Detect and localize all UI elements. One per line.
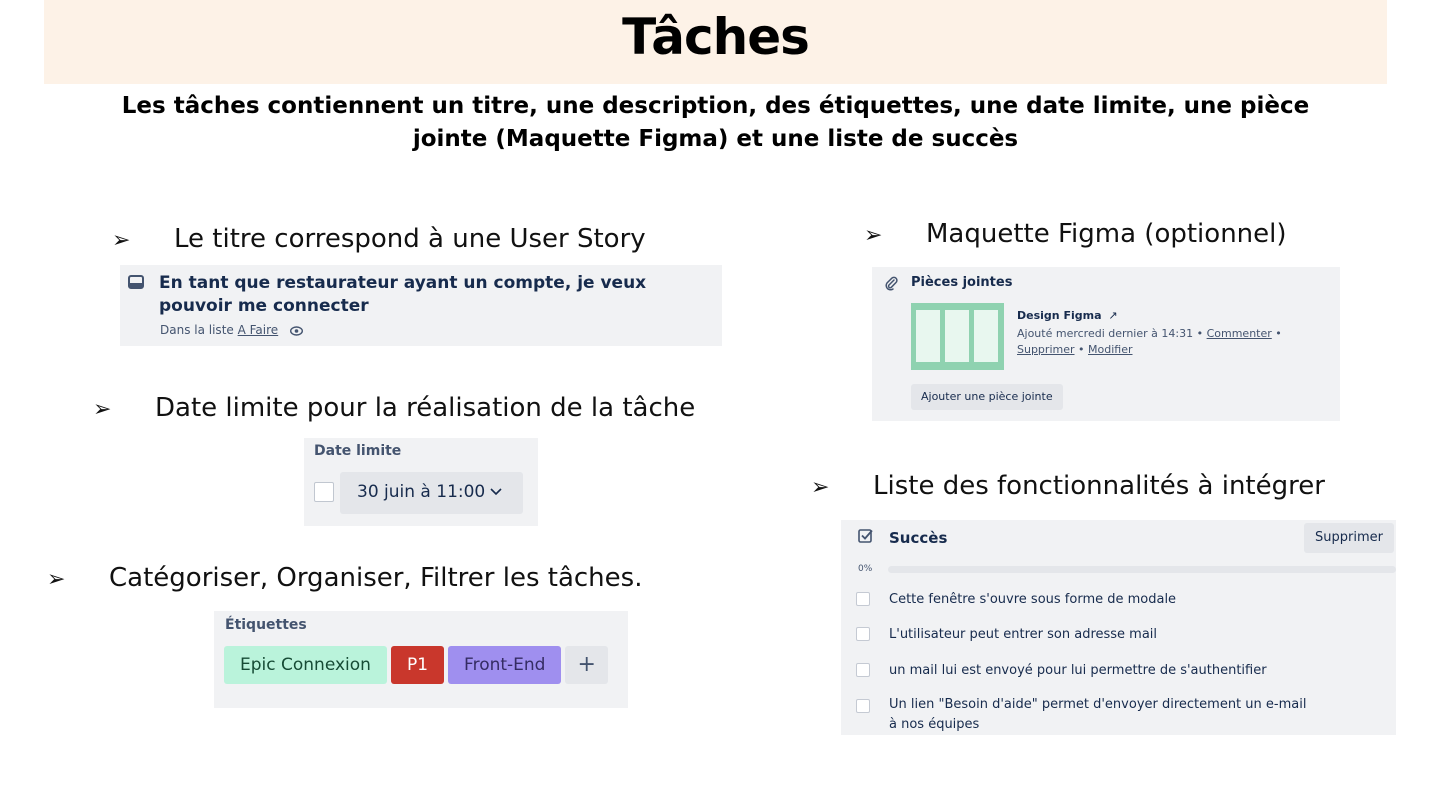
labels-panel: Étiquettes Epic Connexion P1 Front-End +	[214, 611, 628, 708]
arrow-icon: ➢	[112, 228, 131, 253]
due-date-value: 30 juin à 11:00	[357, 482, 486, 502]
due-date-panel: Date limite 30 juin à 11:00	[304, 438, 538, 526]
bullet-date-text: Date limite pour la réalisation de la tâ…	[155, 393, 696, 423]
checklist-item-text: un mail lui est envoyé pour lui permettr…	[889, 663, 1267, 678]
bullet-title-text: Le titre correspond à une User Story	[174, 224, 646, 254]
list-link[interactable]: A Faire	[238, 323, 279, 337]
arrow-icon: ➢	[864, 223, 883, 248]
checklist-icon	[858, 529, 873, 543]
thumbnail-frame	[916, 310, 940, 362]
eye-icon[interactable]	[290, 326, 304, 336]
checklist-progress-bar	[888, 566, 1396, 573]
checklist-item-checkbox[interactable]	[856, 627, 870, 641]
delete-attachment-link[interactable]: Supprimer	[1017, 343, 1075, 356]
checklist-progress-label: 0%	[858, 564, 873, 574]
due-date-label: Date limite	[314, 443, 402, 459]
attachment-meta: Ajouté mercredi dernier à 14:31 • Commen…	[1017, 326, 1335, 358]
chevron-down-icon	[490, 488, 502, 496]
card-title-heading[interactable]: En tant que restaurateur ayant un compte…	[159, 272, 719, 318]
bullet-labels-text: Catégoriser, Organiser, Filtrer les tâch…	[109, 563, 643, 593]
bullet-checklist-text: Liste des fonctionnalités à intégrer	[873, 471, 1325, 501]
checklist-item-checkbox[interactable]	[856, 663, 870, 677]
thumbnail-frame	[945, 310, 969, 362]
label-chip-front-end[interactable]: Front-End	[448, 646, 562, 684]
card-title-panel: En tant que restaurateur ayant un compte…	[120, 265, 722, 346]
checklist-item-text: Un lien "Besoin d'aide" permet d'envoyer…	[889, 697, 1307, 732]
figma-thumbnail[interactable]	[911, 303, 1004, 370]
bullet-date: ➢ Date limite pour la réalisation de la t…	[93, 393, 695, 423]
labels-heading: Étiquettes	[225, 617, 307, 633]
attachment-added: Ajouté mercredi dernier à 14:31	[1017, 327, 1194, 340]
due-date-dropdown[interactable]: 30 juin à 11:00	[340, 472, 523, 514]
checklist-item-checkbox[interactable]	[856, 699, 870, 713]
separator: •	[1196, 327, 1204, 340]
arrow-icon: ➢	[47, 567, 66, 592]
due-date-checkbox[interactable]	[314, 482, 334, 502]
bullet-title: ➢ Le titre correspond à une User Story	[112, 224, 646, 254]
label-chip-epic-connexion[interactable]: Epic Connexion	[224, 646, 387, 684]
comment-link[interactable]: Commenter	[1207, 327, 1272, 340]
arrow-icon: ➢	[93, 397, 112, 422]
arrow-icon: ➢	[811, 475, 830, 500]
attachments-panel: Pièces jointes Design Figma ↗ Ajouté mer…	[872, 267, 1340, 421]
bullet-labels: ➢ Catégoriser, Organiser, Filtrer les tâc…	[47, 563, 642, 593]
bullet-figma: ➢ Maquette Figma (optionnel)	[864, 219, 1287, 249]
add-attachment-button[interactable]: Ajouter une pièce jointe	[911, 384, 1063, 410]
checklist-heading: Succès	[889, 529, 948, 547]
external-link-icon: ↗	[1108, 309, 1118, 322]
separator: •	[1078, 343, 1085, 356]
page-subtitle: Les tâches contiennent un titre, une des…	[121, 93, 1310, 152]
add-label-button[interactable]: +	[565, 646, 608, 684]
card-list-info: Dans la liste A Faire	[160, 323, 304, 337]
paperclip-icon	[885, 276, 898, 291]
attachment-name[interactable]: Design Figma ↗	[1017, 309, 1118, 322]
label-chip-p1[interactable]: P1	[390, 646, 445, 684]
card-icon	[128, 275, 144, 289]
attachments-heading: Pièces jointes	[911, 275, 1013, 290]
bullet-figma-text: Maquette Figma (optionnel)	[926, 219, 1287, 249]
thumbnail-frame	[974, 310, 998, 362]
bullet-checklist: ➢ Liste des fonctionnalités à intégrer	[811, 471, 1325, 501]
attachment-name-text: Design Figma	[1017, 309, 1102, 322]
page-title: Tâches	[622, 8, 810, 66]
separator: •	[1275, 327, 1282, 340]
checklist-item-checkbox[interactable]	[856, 592, 870, 606]
labels-row: Epic Connexion P1 Front-End +	[224, 646, 612, 684]
delete-checklist-button[interactable]: Supprimer	[1304, 523, 1394, 553]
checklist-item-text: L'utilisateur peut entrer son adresse ma…	[889, 627, 1158, 642]
list-prefix: Dans la liste	[160, 323, 234, 337]
edit-attachment-link[interactable]: Modifier	[1088, 343, 1132, 356]
checklist-item-text: Cette fenêtre s'ouvre sous forme de moda…	[889, 592, 1177, 607]
